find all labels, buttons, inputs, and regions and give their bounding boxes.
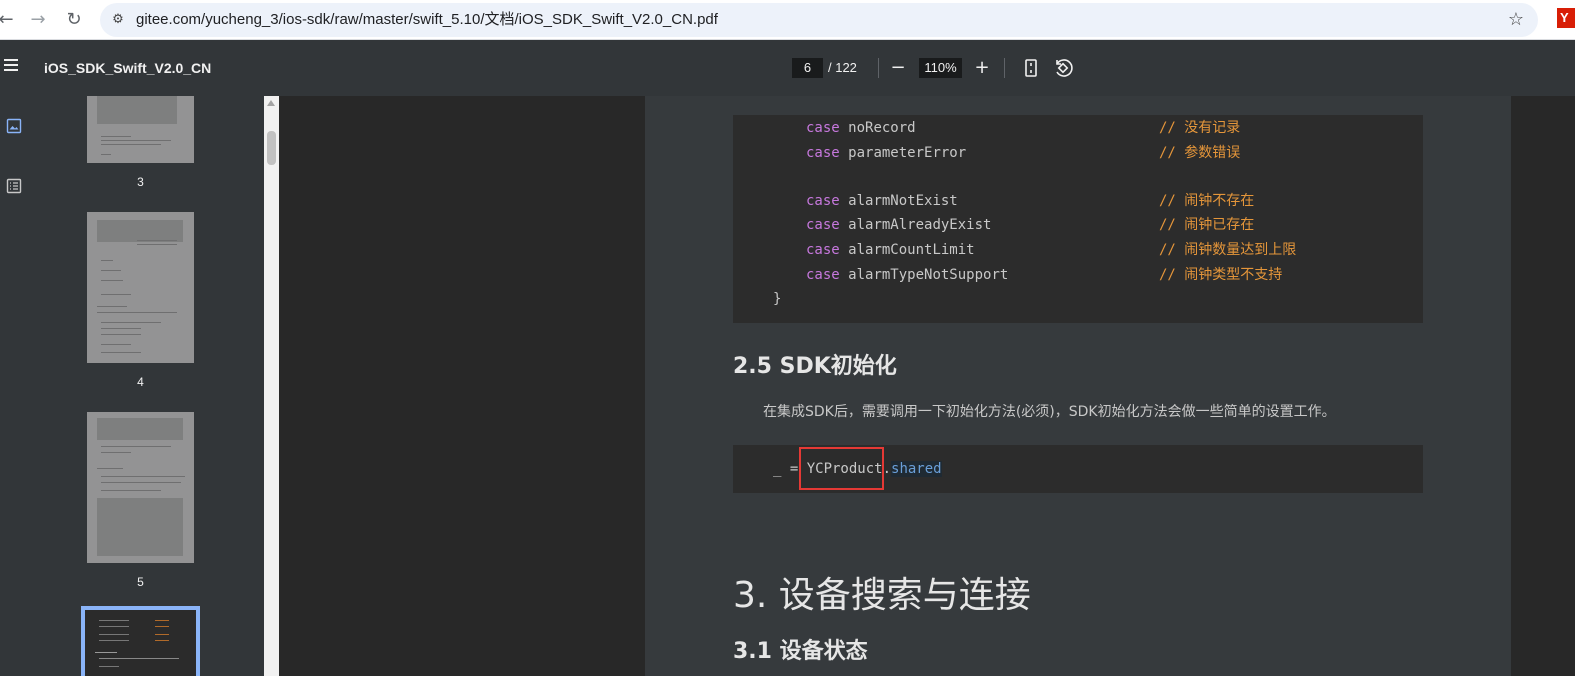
zoom-out-button[interactable]: −: [886, 56, 910, 80]
scroll-up-icon[interactable]: [267, 100, 275, 106]
menu-icon[interactable]: [4, 56, 22, 80]
page-total: / 122: [828, 60, 857, 75]
sidebar-rail: [0, 96, 28, 676]
code-line: case alarmTypeNotSupport: [806, 267, 1009, 283]
toolbar-divider: [878, 58, 879, 78]
extension-icon[interactable]: Y: [1557, 8, 1575, 28]
document-title: iOS_SDK_Swift_V2.0_CN: [44, 60, 212, 76]
outline-view-icon[interactable]: [6, 178, 22, 194]
thumbnail-view-icon[interactable]: [6, 118, 22, 134]
reload-icon[interactable]: ↻: [60, 6, 88, 34]
code-line: case alarmNotExist: [806, 193, 958, 209]
code-comment: // 闹钟不存在: [1159, 193, 1255, 209]
code-block-enum: case noRecord // 没有记录 case parameterErro…: [733, 115, 1423, 323]
code-comment: // 没有记录: [1159, 120, 1241, 136]
toolbar-divider: [1004, 58, 1005, 78]
star-icon[interactable]: ☆: [1508, 9, 1524, 31]
thumbnail-page[interactable]: [87, 412, 194, 563]
page-number-input[interactable]: 6: [792, 58, 823, 78]
zoom-input[interactable]: 110%: [919, 58, 962, 78]
code-comment: // 闹钟类型不支持: [1159, 267, 1283, 283]
thumbnail-panel: 3 4 5: [28, 96, 264, 676]
address-bar[interactable]: ⚙ gitee.com/yucheng_3/ios-sdk/raw/master…: [100, 3, 1538, 37]
code-line: case alarmCountLimit: [806, 242, 975, 258]
thumbnail-scrollbar[interactable]: [264, 96, 279, 676]
zoom-in-button[interactable]: +: [970, 56, 994, 80]
paragraph: 在集成SDK后，需要调用一下初始化方法(必须)，SDK初始化方法会做一些简单的设…: [763, 404, 1336, 420]
site-info-icon[interactable]: ⚙: [108, 10, 128, 30]
section-heading: 3.1 设备状态: [733, 639, 868, 664]
code-closing-brace: }: [773, 291, 782, 307]
thumbnail-page[interactable]: [87, 212, 194, 363]
chapter-heading: 3. 设备搜索与连接: [733, 575, 1031, 616]
thumbnail-label: 5: [137, 575, 144, 589]
pdf-viewer[interactable]: case noRecord // 没有记录 case parameterErro…: [279, 96, 1575, 676]
code-line: case noRecord: [806, 120, 916, 136]
code-comment: // 参数错误: [1159, 145, 1241, 161]
rotate-icon[interactable]: [1051, 56, 1075, 80]
code-line: case parameterError: [806, 145, 967, 161]
thumbnail-page[interactable]: [87, 96, 194, 163]
thumbnail-label: 3: [137, 175, 144, 189]
thumbnail-label: 4: [137, 375, 144, 389]
pdf-page: case noRecord // 没有记录 case parameterErro…: [645, 96, 1511, 676]
browser-chrome: ← → ↻ ⚙ gitee.com/yucheng_3/ios-sdk/raw/…: [0, 0, 1575, 40]
pdf-toolbar: iOS_SDK_Swift_V2.0_CN 6 / 122 − 110% +: [0, 40, 1575, 96]
section-heading: 2.5 SDK初始化: [733, 354, 897, 379]
arrow-left-icon[interactable]: ←: [0, 6, 20, 34]
url-text[interactable]: gitee.com/yucheng_3/ios-sdk/raw/master/s…: [136, 3, 718, 37]
scrollbar-thumb[interactable]: [267, 131, 276, 165]
highlight-box: [799, 447, 884, 490]
arrow-right-icon[interactable]: →: [24, 6, 52, 34]
code-comment: // 闹钟已存在: [1159, 217, 1255, 233]
fit-page-icon[interactable]: [1019, 56, 1043, 80]
code-comment: // 闹钟数量达到上限: [1159, 242, 1297, 258]
code-line: case alarmAlreadyExist: [806, 217, 992, 233]
thumbnail-page-active[interactable]: [81, 606, 200, 676]
